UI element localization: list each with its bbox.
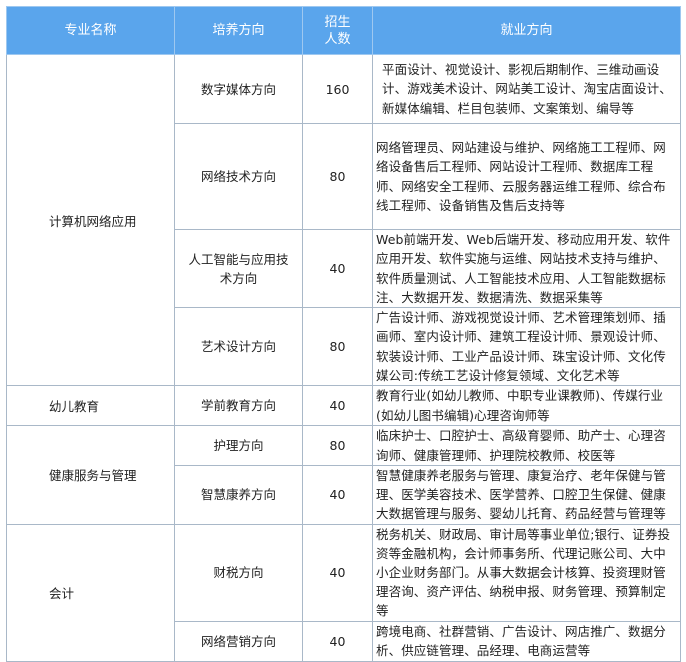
- major-cell: 健康服务与管理: [6, 425, 175, 525]
- direction-cell: 艺术设计方向: [174, 307, 303, 386]
- employment-cell: 临床护士、口腔护士、高级育婴师、助产士、心理咨询师、健康管理师、护理院校教师、校…: [372, 425, 681, 466]
- direction-cell: 护理方向: [174, 425, 303, 466]
- enrollment-cell: 40: [302, 229, 373, 308]
- direction-cell: 网络技术方向: [174, 123, 303, 230]
- major-cell: 幼儿教育: [6, 385, 175, 426]
- direction-cell: 数字媒体方向: [174, 54, 303, 124]
- enrollment-cell: 40: [302, 385, 373, 426]
- major-cell: 会计: [6, 523, 175, 662]
- direction-cell: 财税方向: [174, 523, 303, 622]
- direction-cell: 网络营销方向: [174, 620, 303, 662]
- employment-cell: 跨境电商、社群营销、广告设计、网店推广、数据分析、供应链管理、品经理、电商运营等: [372, 620, 681, 662]
- enrollment-cell: 80: [302, 425, 373, 466]
- header-enrollment: 招生 人数: [302, 6, 373, 55]
- employment-cell: 广告设计师、游戏视觉设计师、艺术管理策划师、插画师、室内设计师、建筑工程设计师、…: [372, 307, 681, 386]
- enrollment-cell: 80: [302, 123, 373, 230]
- enrollment-cell: 40: [302, 523, 373, 622]
- table-row: 计算机网络应用 数字媒体方向 160 平面设计、视觉设计、影视后期制作、三维动画…: [6, 54, 681, 386]
- table-row: 幼儿教育 学前教育方向 40 教育行业(如幼儿教师、中职专业课教师)、传媒行业(…: [6, 385, 681, 426]
- table-header-row: 专业名称 培养方向 招生 人数 就业方向: [6, 6, 681, 55]
- enrollment-cell: 40: [302, 465, 373, 525]
- program-table: 专业名称 培养方向 招生 人数 就业方向 计算机网络应用 数字媒体方向 160 平…: [6, 6, 681, 662]
- header-enrollment-line1: 招生: [324, 14, 351, 30]
- table-row: 会计 财税方向 40 税务机关、财政局、审计局等事业单位;银行、证券投资等金融机…: [6, 523, 681, 662]
- employment-cell: 智慧健康养老服务与管理、康复治疗、老年保健与管理、医学美容技术、医学营养、口腔卫…: [372, 465, 681, 525]
- header-major: 专业名称: [6, 6, 175, 55]
- employment-cell: Web前端开发、Web后端开发、移动应用开发、软件应用开发、软件实施与运维、网站…: [372, 229, 681, 308]
- employment-cell: 税务机关、财政局、审计局等事业单位;银行、证券投资等金融机构，会计师事务所、代理…: [372, 523, 681, 622]
- direction-cell: 学前教育方向: [174, 385, 303, 426]
- enrollment-cell: 160: [302, 54, 373, 124]
- table-row: 健康服务与管理 护理方向 80 临床护士、口腔护士、高级育婴师、助产士、心理咨询…: [6, 425, 681, 525]
- employment-cell: 网络管理员、网站建设与维护、网络施工工程师、网络设备售后工程师、网站设计工程师、…: [372, 123, 681, 230]
- direction-cell: 人工智能与应用技术方向: [174, 229, 303, 308]
- direction-cell: 智慧康养方向: [174, 465, 303, 525]
- header-enrollment-line2: 人数: [324, 31, 351, 47]
- enrollment-cell: 80: [302, 307, 373, 386]
- header-employment: 就业方向: [372, 6, 681, 55]
- major-cell: 计算机网络应用: [6, 54, 175, 386]
- enrollment-cell: 40: [302, 620, 373, 662]
- employment-cell: 教育行业(如幼儿教师、中职专业课教师)、传媒行业(如幼儿图书编辑)心理咨询师等: [372, 385, 681, 426]
- header-direction: 培养方向: [174, 6, 303, 55]
- employment-cell: 平面设计、视觉设计、影视后期制作、三维动画设计、游戏美术设计、网站美工设计、淘宝…: [372, 54, 681, 124]
